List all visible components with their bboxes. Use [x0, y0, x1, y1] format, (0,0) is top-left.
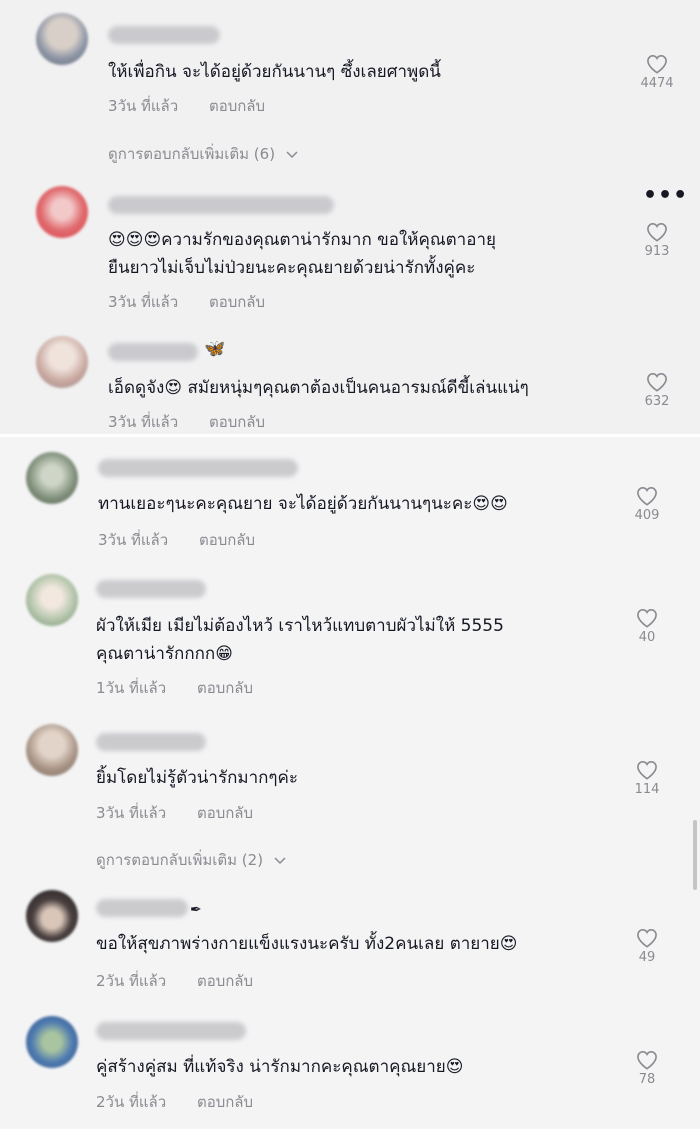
like-count: 4474 — [640, 76, 674, 91]
avatar[interactable] — [26, 574, 78, 626]
reply-button[interactable]: ตอบกลับ — [209, 94, 265, 118]
comment-text: ทานเยอะๆนะคะคุณยาย จะได้อยู่ด้วยกันนานๆน… — [98, 494, 508, 514]
like-count: 632 — [644, 394, 670, 409]
like-button[interactable]: 78 — [622, 1050, 672, 1087]
reply-button[interactable]: ตอบกลับ — [209, 290, 265, 314]
comment-time: 2วัน ที่แล้ว — [96, 1093, 167, 1111]
reply-button[interactable]: ตอบกลับ — [197, 1090, 253, 1114]
more-options-icon[interactable]: ••• — [643, 183, 688, 208]
comment-time: 3วัน ที่แล้ว — [98, 531, 169, 549]
chevron-down-icon — [274, 851, 286, 869]
view-more-replies-label: ดูการตอบกลับเพิ่มเติม (6) — [108, 145, 276, 163]
comment-text: 😍😍😍ความรักของคุณตาน่ารักมาก ขอให้คุณตาอา… — [108, 230, 496, 278]
username-blurred[interactable] — [108, 196, 334, 214]
username-badge: ✒ — [190, 902, 202, 918]
like-count: 114 — [634, 782, 660, 797]
comment-meta: 3วัน ที่แล้ว ตอบกลับ — [108, 290, 265, 314]
username-blurred[interactable] — [108, 343, 198, 361]
comment-text: ผัวให้เมีย เมียไม่ต้องไหว้ เราไหว้แทบตาบ… — [96, 616, 504, 664]
username-blurred[interactable] — [96, 733, 206, 751]
comment-meta: 1วัน ที่แล้ว ตอบกลับ — [96, 676, 253, 700]
username-blurred[interactable] — [96, 899, 188, 917]
like-button[interactable]: 409 — [622, 486, 672, 523]
comment-time: 3วัน ที่แล้ว — [96, 804, 167, 822]
heart-outline-icon — [647, 222, 667, 242]
username-blurred[interactable] — [98, 459, 298, 477]
comment-text: คู่สร้างคู่สม ที่แท้จริง น่ารักมากคะคุณต… — [96, 1057, 464, 1077]
comment-text: ให้เพื่อกิน จะได้อยู่ด้วยกันนานๆ ซึ้งเลย… — [108, 62, 441, 82]
comment-meta: 3วัน ที่แล้ว ตอบกลับ — [98, 528, 255, 552]
view-more-replies-button[interactable]: ดูการตอบกลับเพิ่มเติม (6) — [108, 142, 298, 166]
heart-outline-icon — [637, 928, 657, 948]
reply-button[interactable]: ตอบกลับ — [197, 969, 253, 993]
avatar[interactable] — [26, 1016, 78, 1068]
avatar[interactable] — [26, 890, 78, 942]
like-count: 49 — [638, 950, 656, 965]
comment-meta: 3วัน ที่แล้ว ตอบกลับ — [108, 410, 265, 434]
avatar[interactable] — [36, 13, 88, 65]
like-button[interactable]: 632 — [632, 372, 682, 409]
heart-outline-icon — [647, 372, 667, 392]
view-more-replies-button[interactable]: ดูการตอบกลับเพิ่มเติม (2) — [96, 848, 286, 872]
heart-outline-icon — [637, 486, 657, 506]
comment-meta: 2วัน ที่แล้ว ตอบกลับ — [96, 1090, 253, 1114]
like-count: 78 — [638, 1072, 656, 1087]
avatar[interactable] — [26, 452, 78, 504]
reply-button[interactable]: ตอบกลับ — [209, 410, 265, 434]
reply-button[interactable]: ตอบกลับ — [197, 676, 253, 700]
comment-time: 3วัน ที่แล้ว — [108, 413, 179, 431]
comment-meta: 2วัน ที่แล้ว ตอบกลับ — [96, 969, 253, 993]
username-blurred[interactable] — [108, 26, 220, 44]
username-blurred[interactable] — [96, 580, 206, 598]
heart-outline-icon — [647, 54, 667, 74]
comment-text: เอ็ดดูจัง😍 สมัยหนุ่มๆคุณตาต้องเป็นคนอารม… — [108, 378, 529, 398]
avatar[interactable] — [26, 724, 78, 776]
username-blurred[interactable] — [96, 1022, 246, 1040]
like-count: 409 — [634, 508, 660, 523]
like-count: 40 — [638, 630, 656, 645]
reply-button[interactable]: ตอบกลับ — [197, 801, 253, 825]
heart-outline-icon — [637, 608, 657, 628]
scrollbar-thumb[interactable] — [693, 820, 697, 890]
comment-time: 3วัน ที่แล้ว — [108, 293, 179, 311]
chevron-down-icon — [286, 145, 298, 163]
comment-text: ขอให้สุขภาพร่างกายแข็งแรงนะครับ ทั้ง2คนเ… — [96, 934, 518, 954]
like-button[interactable]: 40 — [622, 608, 672, 645]
heart-outline-icon — [637, 760, 657, 780]
comment-time: 1วัน ที่แล้ว — [96, 679, 167, 697]
like-button[interactable]: 49 — [622, 928, 672, 965]
reply-button[interactable]: ตอบกลับ — [199, 528, 255, 552]
panel-divider — [0, 434, 700, 437]
heart-outline-icon — [637, 1050, 657, 1070]
like-button[interactable]: 913 — [632, 222, 682, 259]
like-button[interactable]: 4474 — [632, 54, 682, 91]
username-badge: 🦋 — [204, 339, 226, 359]
comment-meta: 3วัน ที่แล้ว ตอบกลับ — [108, 94, 265, 118]
view-more-replies-label: ดูการตอบกลับเพิ่มเติม (2) — [96, 851, 264, 869]
comment-time: 3วัน ที่แล้ว — [108, 97, 179, 115]
comment-text: ยิ้มโดยไม่รู้ตัวน่ารักมากๆค่ะ — [96, 768, 299, 788]
comment-time: 2วัน ที่แล้ว — [96, 972, 167, 990]
like-button[interactable]: 114 — [622, 760, 672, 797]
avatar[interactable] — [36, 186, 88, 238]
like-count: 913 — [644, 244, 670, 259]
comment-meta: 3วัน ที่แล้ว ตอบกลับ — [96, 801, 253, 825]
avatar[interactable] — [36, 336, 88, 388]
